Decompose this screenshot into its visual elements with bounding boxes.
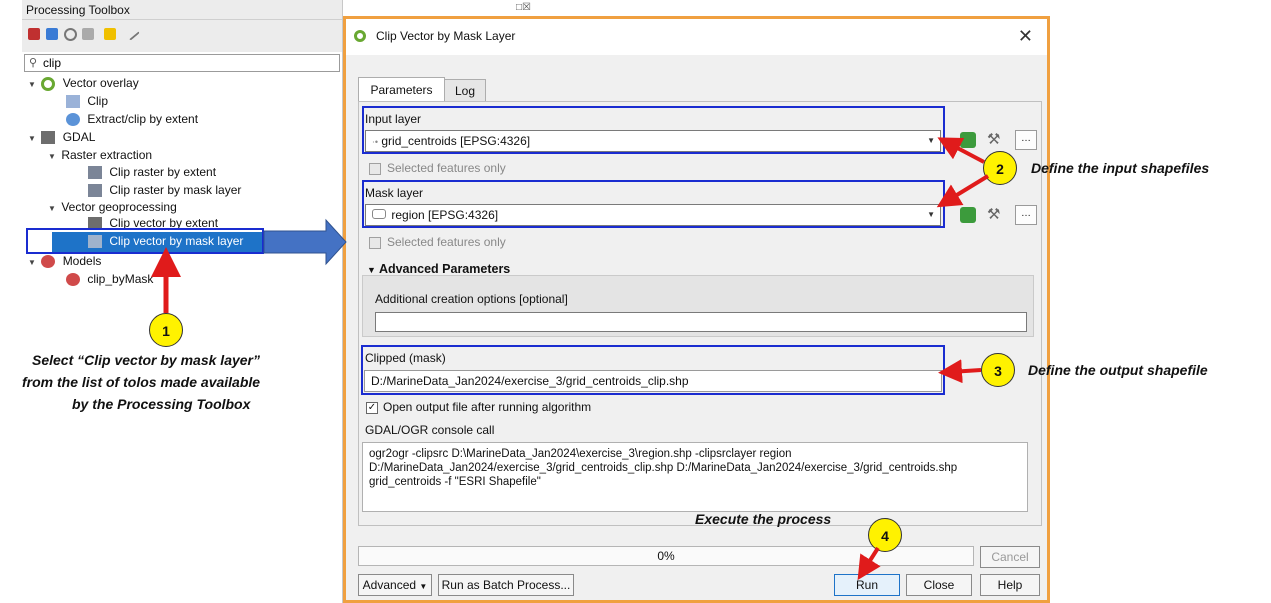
dialog-titlebar: Clip Vector by Mask Layer ✕ [346,19,1047,55]
expand-arrow-icon[interactable]: ▼ [28,76,38,93]
selection-highlight-frame [26,228,264,254]
selected-only-2-checkbox[interactable] [369,237,381,249]
cancel-button[interactable]: Cancel [980,546,1040,568]
tree-label: Clip raster by mask layer [109,183,242,197]
toolbox-title: Processing Toolbox [22,0,342,20]
dialog-title: Clip Vector by Mask Layer [376,29,516,43]
expand-arrow-icon[interactable]: ▼ [48,148,58,165]
tree-label: Clip [87,94,109,108]
close-icon[interactable]: ✕ [1018,26,1033,47]
note-1-line-3: by the Processing Toolbox [72,396,251,412]
note-1-line-1: Select “Clip vector by mask layer” [32,352,260,368]
window-float-close-icons[interactable]: □☒ [516,2,531,13]
tree-label: Raster extraction [61,148,153,162]
selected-only-1-label: Selected features only [387,161,506,175]
raster-tool-icon [88,184,102,198]
input-highlight-frame [362,106,945,154]
tab-log[interactable]: Log [444,79,486,102]
expand-arrow-icon[interactable]: ▼ [48,200,58,217]
selected-only-2-label: Selected features only [387,235,506,249]
python-icon[interactable] [46,28,58,40]
search-input[interactable] [43,56,323,70]
advanced-button[interactable]: Advanced ▼ [358,574,432,596]
iterate-icon[interactable] [960,207,976,223]
step-2-badge: 2 [983,151,1017,185]
model-icon [66,273,80,287]
options-wrench-icon[interactable] [124,25,140,41]
browse-mask-button[interactable]: … [1015,205,1037,225]
models-icon[interactable] [28,28,40,40]
open-output-label: Open output file after running algorithm [383,400,592,414]
close-button[interactable]: Close [906,574,972,596]
tree-label: Vector overlay [62,76,139,90]
tree-label: GDAL [62,130,96,144]
tree-item-clip-bymask[interactable]: clip_byMask [66,271,153,288]
advanced-parameters-group: Additional creation options [optional] [362,275,1034,337]
tree-item-clip-raster-by-extent[interactable]: Clip raster by extent [88,164,216,181]
chevron-down-icon: ▼ [419,582,428,591]
advanced-parameters-toggle[interactable]: ▼ Advanced Parameters [367,262,510,276]
wrench-icon[interactable]: ⚒ [987,130,1003,148]
iterate-icon[interactable] [960,132,976,148]
step-1-badge: 1 [149,313,183,347]
tree-item-vector-overlay[interactable]: ▼ Vector overlay [28,75,139,92]
advanced-header: Advanced Parameters [378,262,511,276]
run-button[interactable]: Run [834,574,900,596]
creation-options-input[interactable] [375,312,1027,332]
results-icon[interactable] [82,28,94,40]
tree-label: clip_byMask [87,272,154,286]
tree-label: Vector geoprocessing [61,200,177,214]
run-batch-button[interactable]: Run as Batch Process... [438,574,574,596]
console-call-text[interactable]: ogr2ogr -clipsrc D:\MarineData_Jan2024\e… [362,442,1028,512]
qgis-icon [41,76,56,91]
output-highlight-frame [361,345,945,395]
expand-arrow-icon[interactable]: ▼ [28,130,38,147]
tree-label: Extract/clip by extent [87,112,199,126]
help-button[interactable]: Help [980,574,1040,596]
selected-only-1-checkbox[interactable] [369,163,381,175]
tree-item-clip[interactable]: Clip [66,93,108,110]
qgis-logo-icon [354,30,366,42]
note-4: Execute the process [695,511,832,527]
progress-text: 0% [657,549,675,563]
expand-arrow-icon[interactable]: ▼ [28,254,38,271]
edit-features-icon[interactable] [104,28,116,40]
toolbox-search[interactable]: ⚲ [24,54,340,72]
browse-input-button[interactable]: … [1015,130,1037,150]
tree-item-vector-geoprocessing[interactable]: ▼ Vector geoprocessing [48,199,177,216]
toolbox-toolbar [22,20,342,52]
gear-icon [66,113,80,127]
note-3: Define the output shapefile [1028,362,1208,378]
open-output-checkbox[interactable]: ✓ [366,402,378,414]
creation-options-label: Additional creation options [optional] [375,292,568,306]
tree-item-clip-raster-by-mask-layer[interactable]: Clip raster by mask layer [88,182,241,199]
history-icon[interactable] [64,28,77,41]
collapse-arrow-icon: ▼ [367,265,376,275]
tree-label: Clip raster by extent [109,165,217,179]
note-2: Define the input shapefiles [1031,160,1210,176]
tree-item-gdal[interactable]: ▼ GDAL [28,129,95,146]
raster-tool-icon [88,166,102,180]
console-label: GDAL/OGR console call [365,423,495,437]
step-4-badge: 4 [868,518,902,552]
tree-item-extract-clip-by-extent[interactable]: Extract/clip by extent [66,111,198,128]
tree-label: Models [62,254,102,268]
gdal-icon [41,131,56,145]
models-icon [41,255,56,269]
clip-tool-icon [66,95,80,109]
processing-toolbox-panel: Processing Toolbox ⚲ ▼ Vector overlay Cl… [22,0,343,603]
search-icon: ⚲ [29,57,38,69]
step-3-badge: 3 [981,353,1015,387]
tree-item-raster-extraction[interactable]: ▼ Raster extraction [48,147,152,164]
mask-highlight-frame [362,180,945,228]
note-1-line-2: from the list of tolos made available [22,374,261,390]
advanced-button-label: Advanced [362,578,417,592]
wrench-icon[interactable]: ⚒ [987,205,1003,223]
tree-item-models[interactable]: ▼ Models [28,253,101,270]
tab-parameters[interactable]: Parameters [358,77,445,102]
